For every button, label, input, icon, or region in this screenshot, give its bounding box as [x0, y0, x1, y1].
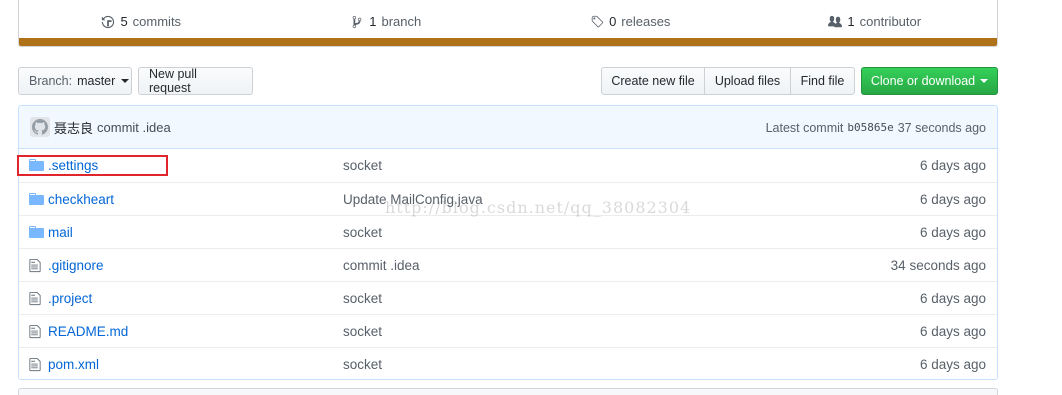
commits-link[interactable]: 5 commits — [19, 6, 264, 29]
file-age: 6 days ago — [919, 158, 986, 173]
git-branch-icon — [352, 15, 362, 28]
file-list: .settings socket 6 days ago checkheart U… — [19, 149, 997, 379]
branch-select-button[interactable]: Branch: master — [18, 67, 132, 95]
caret-down-icon — [121, 79, 130, 83]
language-bar[interactable] — [19, 38, 997, 46]
file-icon — [29, 291, 44, 306]
file-commit-message[interactable]: socket — [343, 225, 382, 240]
people-icon — [828, 15, 843, 27]
new-pull-request-label: New pull request — [149, 67, 197, 95]
file-name-link[interactable]: mail — [48, 225, 73, 240]
file-name-link[interactable]: checkheart — [48, 192, 114, 207]
caret-down-icon — [980, 79, 989, 83]
table-row: .settings socket 6 days ago — [19, 149, 997, 182]
file-age: 6 days ago — [919, 224, 986, 240]
branches-link[interactable]: 1 branch — [264, 6, 509, 29]
upload-files-button[interactable]: Upload files — [704, 67, 791, 95]
file-commit-message[interactable]: socket — [343, 357, 382, 372]
commits-count: 5 — [120, 14, 128, 29]
commit-message[interactable]: commit .idea — [97, 120, 171, 135]
branch-prefix: Branch: — [29, 74, 73, 88]
file-icon — [29, 357, 44, 372]
table-row: mail socket 6 days ago — [19, 215, 997, 248]
repo-summary: 5 commits 1 branch 0 releases 1 contribu… — [18, 0, 998, 47]
table-row: .gitignore commit .idea 34 seconds ago — [19, 248, 997, 281]
table-row: pom.xml socket 6 days ago — [19, 347, 997, 379]
latest-commit-info: Latest commit b05865e 37 seconds ago — [766, 106, 986, 149]
branches-label: branch — [381, 14, 422, 29]
file-navigation-table: 聂志良 commit .idea Latest commit b05865e 3… — [18, 105, 998, 380]
commit-author[interactable]: 聂志良 — [54, 118, 93, 137]
contributors-link[interactable]: 1 contributor — [753, 6, 998, 29]
releases-label: releases — [621, 14, 671, 29]
create-new-file-label: Create new file — [611, 74, 695, 88]
find-file-button[interactable]: Find file — [790, 67, 855, 95]
file-age: 6 days ago — [919, 290, 986, 306]
history-icon — [102, 15, 115, 28]
file-name-link[interactable]: pom.xml — [48, 357, 99, 372]
commits-label: commits — [132, 14, 182, 29]
file-commit-message[interactable]: socket — [343, 158, 382, 173]
table-row: checkheart Update MailConfig.java 6 days… — [19, 182, 997, 215]
file-icon — [29, 324, 44, 339]
commit-sha[interactable]: b05865e — [847, 121, 893, 134]
folder-icon — [29, 192, 44, 206]
branch-name: master — [77, 74, 116, 88]
file-age: 6 days ago — [919, 191, 986, 207]
table-row: .project socket 6 days ago — [19, 281, 997, 314]
find-file-label: Find file — [800, 74, 845, 88]
upload-files-label: Upload files — [714, 74, 781, 88]
tag-icon — [591, 15, 604, 27]
file-name-link[interactable]: .project — [48, 291, 92, 306]
create-new-file-button[interactable]: Create new file — [601, 67, 705, 95]
file-age: 6 days ago — [919, 356, 986, 372]
file-commit-message[interactable]: Update MailConfig.java — [343, 192, 483, 207]
file-icon — [29, 258, 44, 273]
file-actions-group: Create new file Upload files Find file — [601, 67, 855, 95]
contributors-label: contributor — [859, 14, 922, 29]
octocat-icon — [32, 119, 48, 135]
clone-or-download-button[interactable]: Clone or download — [861, 67, 998, 95]
file-name-link[interactable]: .settings — [48, 158, 98, 173]
latest-commit-label: Latest commit — [765, 120, 844, 135]
file-commit-message[interactable]: socket — [343, 324, 382, 339]
contributors-count: 1 — [847, 14, 855, 29]
file-name-link[interactable]: .gitignore — [48, 258, 104, 273]
releases-count: 0 — [609, 14, 617, 29]
file-commit-message[interactable]: socket — [343, 291, 382, 306]
readme-box-edge — [18, 388, 998, 395]
latest-commit-bar: 聂志良 commit .idea Latest commit b05865e 3… — [19, 106, 997, 149]
new-pull-request-button[interactable]: New pull request — [138, 67, 253, 95]
folder-icon — [29, 225, 44, 239]
file-name-link[interactable]: README.md — [48, 324, 128, 339]
folder-icon — [29, 158, 44, 172]
avatar[interactable] — [30, 117, 50, 137]
table-row: README.md socket 6 days ago — [19, 314, 997, 347]
file-age: 34 seconds ago — [890, 257, 986, 273]
branches-count: 1 — [369, 14, 377, 29]
clone-or-download-label: Clone or download — [870, 74, 976, 88]
file-commit-message[interactable]: commit .idea — [343, 258, 420, 273]
releases-link[interactable]: 0 releases — [508, 6, 753, 29]
commit-age: 37 seconds ago — [897, 120, 986, 135]
file-age: 6 days ago — [919, 323, 986, 339]
